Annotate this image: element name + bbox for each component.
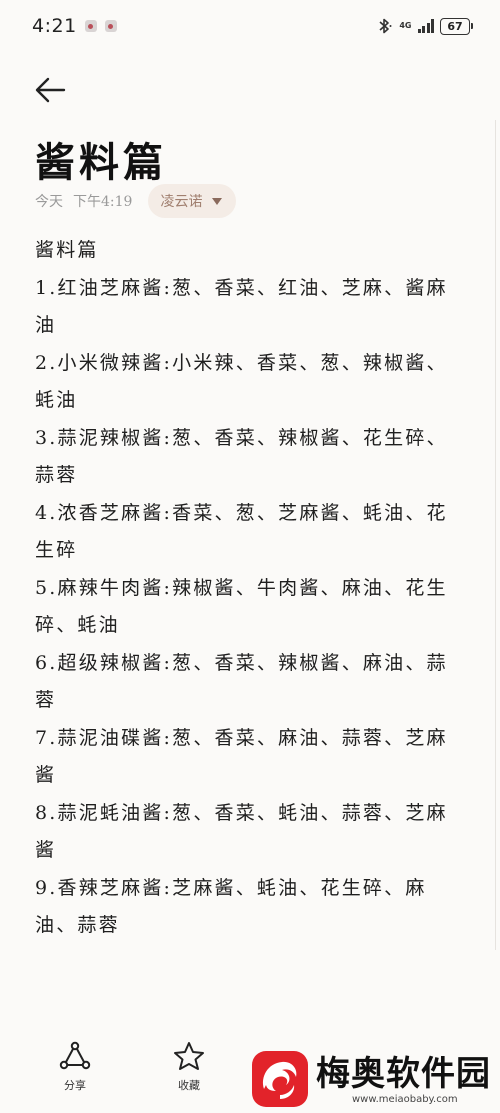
folder-selector[interactable]: 凌云诺 (148, 184, 237, 218)
note-date: 今天 (35, 194, 63, 210)
arrow-left-icon (35, 77, 66, 103)
note-line: 5.麻辣牛肉酱:辣椒酱、牛肉酱、麻油、花生碎、蚝油 (35, 576, 448, 637)
watermark-text: 梅奥软件园 www.meiaobaby.com (316, 1054, 491, 1105)
note-line: 7.蒜泥油碟酱:葱、香菜、麻油、蒜蓉、芝麻酱 (35, 726, 448, 787)
share-button[interactable]: 分享 (58, 1041, 92, 1093)
note-time: 下午4:19 (73, 194, 133, 210)
status-left: 4:21 (32, 15, 117, 37)
note-line: 2.小米微辣酱:小米辣、香菜、葱、辣椒酱、蚝油 (35, 351, 448, 412)
bluetooth-icon (379, 18, 392, 34)
signal-icon (417, 19, 434, 33)
star-icon (174, 1042, 204, 1070)
note-body[interactable]: 酱料篇 1.红油芝麻酱:葱、香菜、红油、芝麻、酱麻油 2.小米微辣酱:小米辣、香… (35, 232, 465, 945)
note-line: 4.浓香芝麻酱:香菜、葱、芝麻酱、蚝油、花生碎 (35, 501, 448, 562)
network-type: 4G (399, 21, 412, 30)
watermark-name: 梅奥软件园 (316, 1053, 491, 1094)
note-line: 8.蒜泥蚝油酱:葱、香菜、蚝油、蒜蓉、芝麻酱 (35, 801, 448, 862)
battery-icon: 67 (440, 17, 473, 35)
favorite-button[interactable]: 收藏 (172, 1041, 206, 1093)
notification-icon (104, 20, 117, 32)
note-line: 9.香辣芝麻酱:芝麻酱、蚝油、花生碎、麻油、蒜蓉 (35, 876, 427, 937)
folder-name: 凌云诺 (160, 194, 203, 210)
scroll-track (494, 120, 496, 950)
note-line: 1.红油芝麻酱:葱、香菜、红油、芝麻、酱麻油 (35, 276, 448, 337)
watermark-url: www.meiaobaby.com (352, 1093, 458, 1105)
battery-level: 67 (447, 19, 463, 33)
favorite-label: 收藏 (178, 1079, 200, 1092)
notification-icon (84, 20, 97, 32)
note-line: 酱料篇 (35, 239, 99, 261)
note-title[interactable]: 酱料篇 (35, 130, 167, 188)
watermark: 梅奥软件园 www.meiaobaby.com (250, 1045, 500, 1113)
note-meta: 今天 下午4:19 凌云诺 (35, 184, 237, 218)
share-icon (59, 1041, 91, 1070)
caret-down-icon (212, 197, 223, 205)
back-button[interactable] (30, 72, 70, 108)
dragon-logo-icon (252, 1051, 308, 1107)
status-right: 4G 67 (377, 17, 473, 35)
status-bar: 4:21 4G 67 (0, 0, 500, 52)
note-line: 3.蒜泥辣椒酱:葱、香菜、辣椒酱、花生碎、蒜蓉 (35, 426, 448, 487)
share-label: 分享 (64, 1079, 86, 1092)
note-line: 6.超级辣椒酱:葱、香菜、辣椒酱、麻油、蒜蓉 (35, 651, 448, 712)
status-time: 4:21 (32, 15, 77, 37)
